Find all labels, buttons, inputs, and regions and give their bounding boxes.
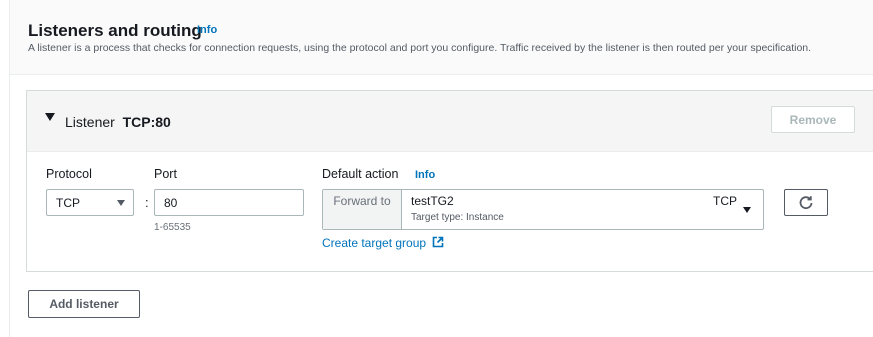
listener-value: TCP:80 <box>122 114 171 130</box>
create-target-group-label: Create target group <box>322 236 427 250</box>
port-hint: 1-65535 <box>154 222 191 233</box>
listeners-routing-panel: Listeners and routing Info A listener is… <box>9 0 873 337</box>
default-action-label: Default action <box>322 167 399 181</box>
protocol-label: Protocol <box>46 167 92 181</box>
section-info-link[interactable]: Info <box>197 24 217 36</box>
dropdown-arrow-icon <box>117 200 125 206</box>
dropdown-arrow-icon <box>743 207 751 213</box>
add-listener-button[interactable]: Add listener <box>28 290 140 318</box>
refresh-button[interactable] <box>784 189 828 216</box>
target-group-select[interactable]: Forward to testTG2 Target type: Instance… <box>322 189 764 230</box>
section-title: Listeners and routing <box>28 21 202 40</box>
listener-card: Listener TCP:80 Remove Protocol TCP : Po… <box>26 90 873 272</box>
protocol-selected-value: TCP <box>56 196 80 210</box>
port-input[interactable] <box>154 189 304 216</box>
remove-button[interactable]: Remove <box>771 106 855 133</box>
listener-label: Listener <box>65 114 115 130</box>
colon-separator: : <box>145 195 149 210</box>
target-group-name: testTG2 <box>411 194 454 208</box>
create-target-group-link[interactable]: Create target group <box>322 236 444 250</box>
caret-down-icon[interactable] <box>45 113 55 121</box>
listener-title: Listener TCP:80 <box>65 114 171 130</box>
forward-to-label: Forward to <box>323 190 402 229</box>
panel-header: Listeners and routing Info A listener is… <box>10 0 873 75</box>
target-protocol: TCP <box>713 194 737 208</box>
target-type: Target type: Instance <box>411 212 504 223</box>
external-link-icon <box>433 236 444 248</box>
default-action-info-link[interactable]: Info <box>415 169 435 181</box>
port-label: Port <box>154 167 177 181</box>
section-description: A listener is a process that checks for … <box>28 42 812 54</box>
listener-card-header[interactable]: Listener TCP:80 Remove <box>27 91 873 152</box>
protocol-select[interactable]: TCP <box>46 189 134 216</box>
refresh-icon <box>799 196 813 210</box>
